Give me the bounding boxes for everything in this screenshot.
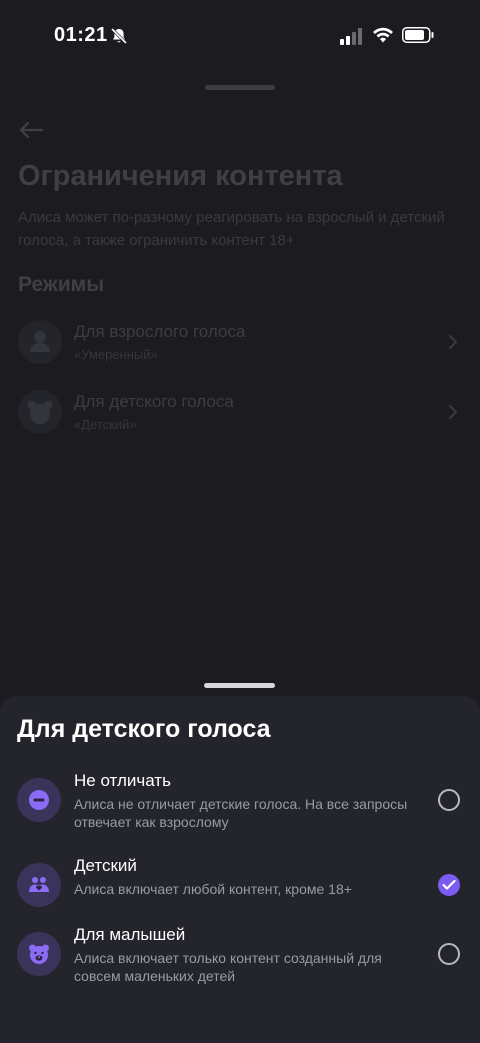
bell-muted-icon [110,27,128,45]
children-icon [17,863,61,907]
battery-icon [402,27,434,43]
sheet-drag-handle[interactable] [204,683,275,688]
back-arrow-icon[interactable] [18,120,44,140]
bear-icon [18,390,62,434]
radio-button[interactable] [438,943,460,965]
background-page: Ограничения контента Алиса может по-разн… [0,70,480,696]
mode-row-title: Для детского голоса [74,392,234,411]
status-time: 01:21 [54,24,108,46]
option-title: Не отличать [74,771,171,790]
option-title: Для малышей [74,925,186,944]
option-toddlers[interactable]: Для малышей Алиса включает только контен… [0,922,480,990]
radio-button[interactable] [438,789,460,811]
option-subtitle: Алиса включает любой контент, кроме 18+ [74,881,352,897]
sheet-title: Для детского голоса [17,715,271,743]
mode-row-subtitle: «Детский» [74,417,137,432]
minus-circle-icon [17,778,61,822]
mode-row-adult[interactable]: Для взрослого голоса «Умеренный» [18,318,464,368]
wifi-icon [373,27,393,43]
checkmark-icon [442,879,456,890]
bear-icon [17,932,61,976]
option-subtitle: Алиса включает только контент созданный … [74,950,382,984]
person-icon [18,320,62,364]
mode-row-child[interactable]: Для детского голоса «Детский» [18,388,464,438]
radio-button-checked[interactable] [438,874,460,896]
cellular-signal-icon [340,28,362,45]
option-title: Детский [74,856,137,875]
option-child[interactable]: Детский Алиса включает любой контент, кр… [0,853,480,921]
bottom-sheet: Для детского голоса Не отличать Алиса не… [0,683,480,1043]
chevron-right-icon [449,335,457,349]
mode-row-title: Для взрослого голоса [74,322,246,341]
option-no-distinction[interactable]: Не отличать Алиса не отличает детские го… [0,768,480,836]
chevron-right-icon [449,405,457,419]
drag-handle[interactable] [205,85,275,90]
mode-row-subtitle: «Умеренный» [74,347,158,362]
option-subtitle: Алиса не отличает детские голоса. На все… [74,796,408,830]
status-bar: 01:21 [0,0,480,70]
section-title: Режимы [18,273,105,296]
page-description: Алиса может по-разному реагировать на вз… [18,209,445,249]
page-title: Ограничения контента [18,160,343,192]
